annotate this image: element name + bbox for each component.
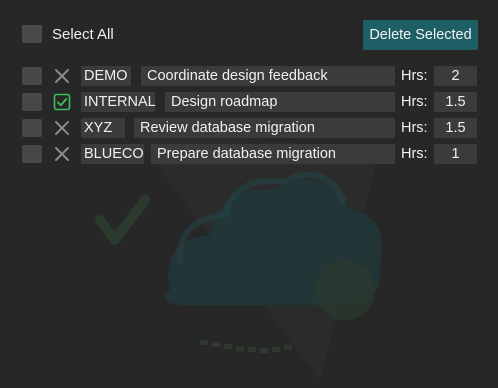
row-select-checkbox[interactable] [22,145,42,163]
client-field[interactable]: XYZ [81,118,125,138]
select-all-checkbox[interactable] [22,25,42,43]
client-field[interactable]: BLUECO [81,144,144,164]
check-icon[interactable] [53,93,71,111]
list-item: BLUECO Prepare database migration Hrs: 1 [0,143,498,165]
list-item: XYZ Review database migration Hrs: 1.5 [0,117,498,139]
x-icon[interactable] [53,67,71,85]
task-field[interactable]: Design roadmap [165,92,395,112]
hours-field[interactable]: 1.5 [434,92,477,112]
task-field[interactable]: Review database migration [134,118,395,138]
toolbar: Select All Delete Selected [0,0,498,66]
hours-label: Hrs: [401,120,428,136]
hours-field[interactable]: 1.5 [434,118,477,138]
task-field[interactable]: Prepare database migration [151,144,395,164]
delete-selected-button[interactable]: Delete Selected [363,20,478,50]
x-icon[interactable] [53,119,71,137]
hours-field[interactable]: 1 [434,144,477,164]
hours-label: Hrs: [401,94,428,110]
list-item: INTERNAL Design roadmap Hrs: 1.5 [0,91,498,113]
row-select-checkbox[interactable] [22,119,42,137]
x-icon[interactable] [53,145,71,163]
app-window: Select All Delete Selected DEMO Coordina… [0,0,498,388]
list-item: DEMO Coordinate design feedback Hrs: 2 [0,65,498,87]
client-field[interactable]: DEMO [81,66,131,86]
row-select-checkbox[interactable] [22,67,42,85]
hours-label: Hrs: [401,146,428,162]
select-all-label[interactable]: Select All [52,26,114,43]
client-field[interactable]: INTERNAL [81,92,156,112]
hours-label: Hrs: [401,68,428,84]
row-select-checkbox[interactable] [22,93,42,111]
hours-field[interactable]: 2 [434,66,477,86]
task-field[interactable]: Coordinate design feedback [141,66,395,86]
